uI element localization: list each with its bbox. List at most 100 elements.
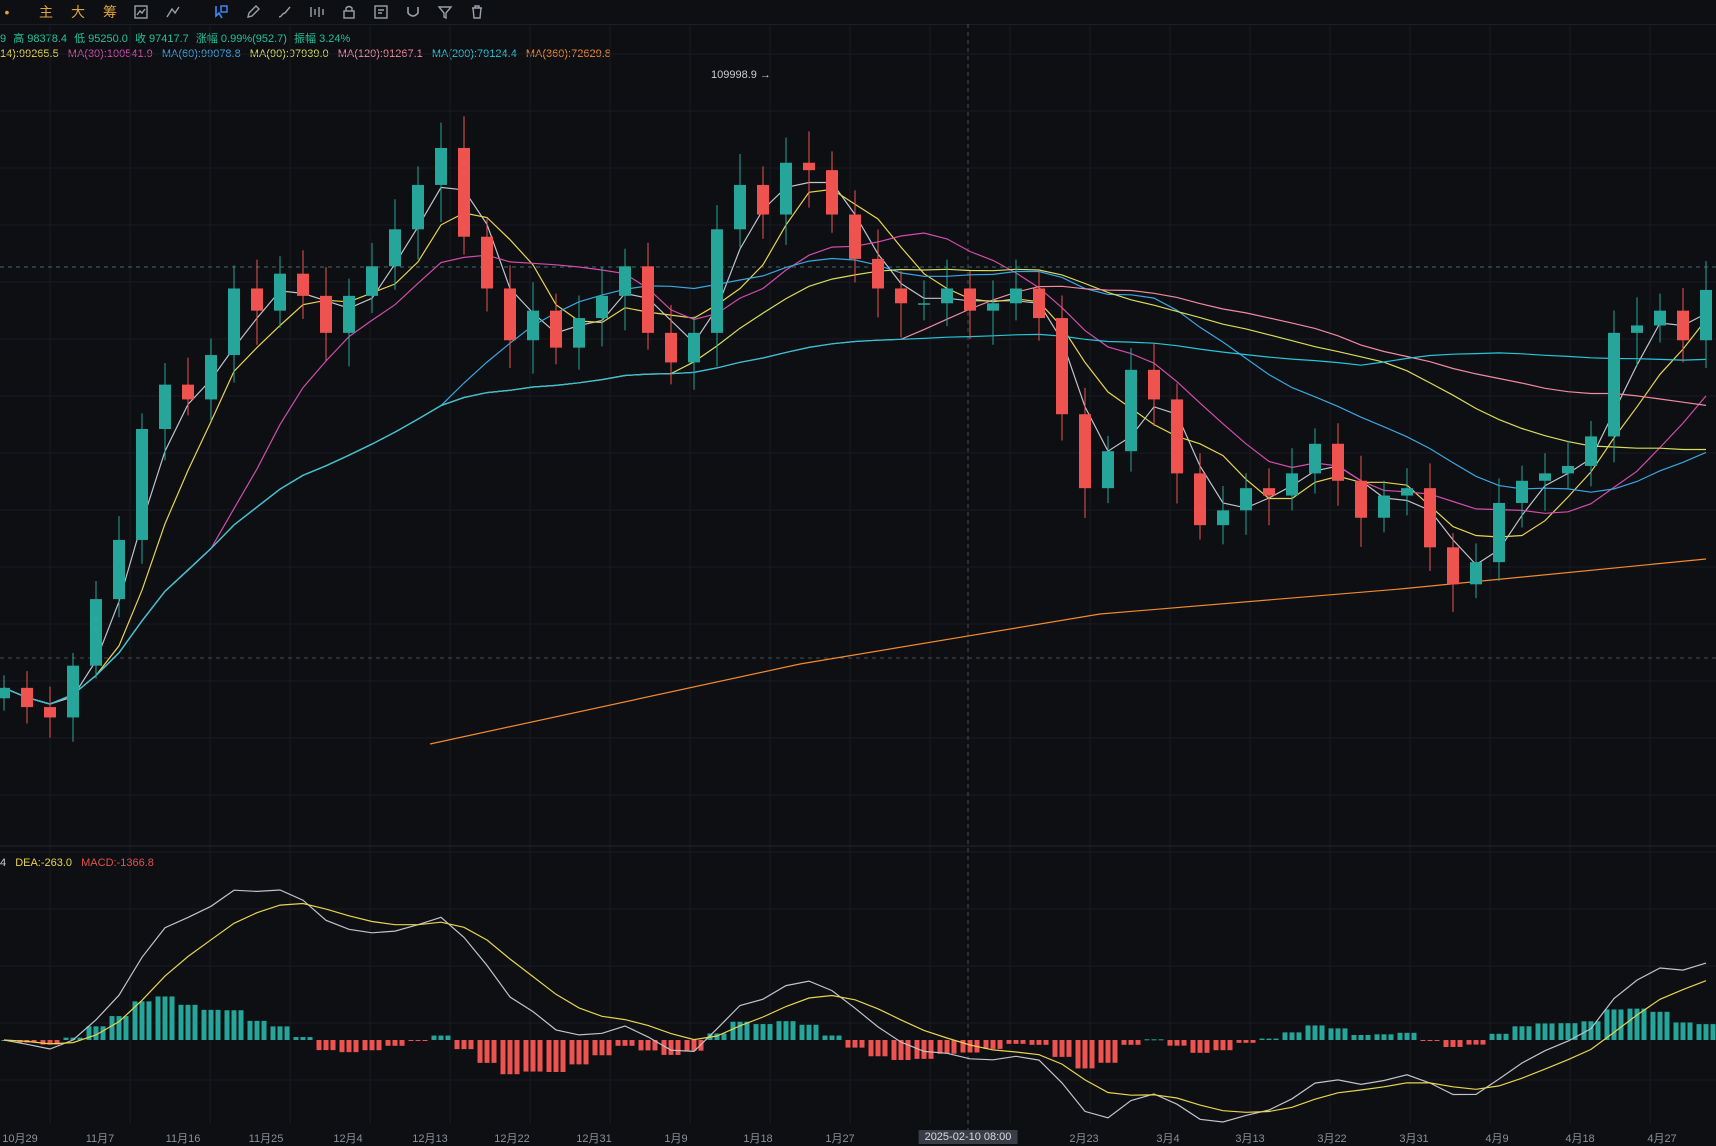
macd-value: MACD:-1366.8	[81, 857, 154, 869]
macd-bar	[1335, 1028, 1341, 1040]
ma90-line	[3, 268, 1706, 705]
macd-bar	[1680, 1022, 1686, 1040]
indicator-icon[interactable]	[164, 3, 182, 21]
macd-bar	[330, 1040, 336, 1051]
macd-bar	[1305, 1025, 1311, 1040]
macd-bar	[1503, 1033, 1509, 1040]
candle	[1286, 473, 1298, 496]
macd-bar	[1558, 1023, 1564, 1040]
macd-bar	[560, 1040, 566, 1073]
macd-bar	[891, 1040, 897, 1060]
candle	[504, 288, 516, 341]
magnet-icon[interactable]	[404, 3, 422, 21]
macd-bar	[1496, 1033, 1502, 1040]
macd-bar	[868, 1040, 874, 1057]
lock-icon[interactable]	[340, 3, 358, 21]
macd-bar	[201, 1009, 207, 1040]
macd-bar	[615, 1040, 621, 1046]
macd-bar	[1512, 1026, 1518, 1040]
macd-bar	[247, 1020, 253, 1040]
macd-bar	[468, 1040, 474, 1050]
macd-bar	[1404, 1032, 1410, 1040]
macd-bar	[1128, 1040, 1134, 1045]
candle	[642, 266, 654, 333]
macd-bar	[1006, 1040, 1012, 1044]
filter-icon[interactable]	[436, 3, 454, 21]
macd-bar	[622, 1040, 628, 1046]
macd-bar	[1664, 1011, 1670, 1040]
macd-bar	[1075, 1040, 1081, 1069]
macd-bar	[178, 1004, 184, 1040]
macd-bar	[169, 996, 175, 1040]
high-marker-label: 109998.9 →	[711, 69, 771, 81]
macd-bar	[1082, 1040, 1088, 1069]
toolbar: • 主 大 筹	[0, 0, 1716, 25]
ma60-line	[3, 257, 1707, 705]
macd-bar	[967, 1040, 973, 1053]
chips-button[interactable]: 筹	[100, 2, 120, 22]
note-icon[interactable]	[372, 3, 390, 21]
macd-bar	[507, 1040, 513, 1075]
candle	[780, 162, 792, 215]
macd-bar	[1611, 1009, 1617, 1040]
compare-icon[interactable]	[132, 3, 150, 21]
macd-bar	[1489, 1033, 1495, 1040]
macd-dif-partial: 4	[0, 857, 7, 869]
macd-bar	[606, 1040, 612, 1056]
candle	[182, 384, 194, 400]
crosshair-date-label: 2025-02-10 08:00	[918, 1130, 1018, 1144]
macd-bar	[569, 1040, 575, 1065]
macd-bar	[845, 1040, 851, 1048]
pen-icon[interactable]	[244, 3, 262, 21]
macd-bar	[1213, 1040, 1219, 1051]
candle	[1677, 310, 1689, 341]
macd-bar	[339, 1040, 345, 1053]
candle	[987, 303, 999, 311]
macd-bar	[875, 1040, 881, 1057]
macd-bar	[1043, 1040, 1049, 1045]
candle	[1102, 451, 1114, 489]
macd-bar	[1650, 1011, 1656, 1040]
macd-bar	[576, 1040, 582, 1065]
macd-bar	[399, 1040, 405, 1046]
macd-bar	[1358, 1035, 1364, 1040]
candle	[1332, 443, 1344, 481]
main-indicator-button[interactable]: 主	[36, 2, 56, 22]
candle	[251, 288, 263, 311]
macd-bar	[454, 1040, 460, 1050]
macd-bar	[1397, 1032, 1403, 1040]
macd-bar	[346, 1040, 352, 1053]
macd-bar	[1641, 1008, 1647, 1040]
candle	[21, 687, 33, 708]
macd-bar	[1595, 1021, 1601, 1040]
macd-bar	[277, 1026, 283, 1040]
candle	[136, 429, 148, 540]
brush-icon[interactable]	[276, 3, 294, 21]
macd-bar	[1158, 1039, 1164, 1041]
macd-bar	[461, 1040, 467, 1050]
macd-bar	[1098, 1040, 1104, 1063]
macd-bar	[155, 996, 161, 1040]
crosshair-cursor-icon[interactable]	[212, 3, 230, 21]
macd-bar	[1411, 1032, 1417, 1040]
macd-bar	[1036, 1040, 1042, 1045]
candle	[688, 332, 700, 363]
candle	[481, 236, 493, 289]
price-chart[interactable]	[0, 24, 1716, 1130]
menu-dot[interactable]: •	[2, 2, 12, 22]
candle	[964, 288, 976, 311]
candle	[1125, 369, 1137, 452]
macd-bar	[1434, 1040, 1440, 1041]
macd-bar	[813, 1024, 819, 1040]
measure-icon[interactable]	[308, 3, 326, 21]
macd-bar	[323, 1040, 329, 1051]
large-button[interactable]: 大	[68, 2, 88, 22]
macd-bar	[1351, 1035, 1357, 1040]
candle	[527, 310, 539, 341]
macd-bar	[1374, 1034, 1380, 1040]
macd-bar	[599, 1040, 605, 1056]
macd-bar	[300, 1037, 306, 1040]
trash-icon[interactable]	[468, 3, 486, 21]
macd-bar	[1197, 1040, 1203, 1053]
macd-dea-value: DEA:-263.0	[15, 857, 73, 869]
